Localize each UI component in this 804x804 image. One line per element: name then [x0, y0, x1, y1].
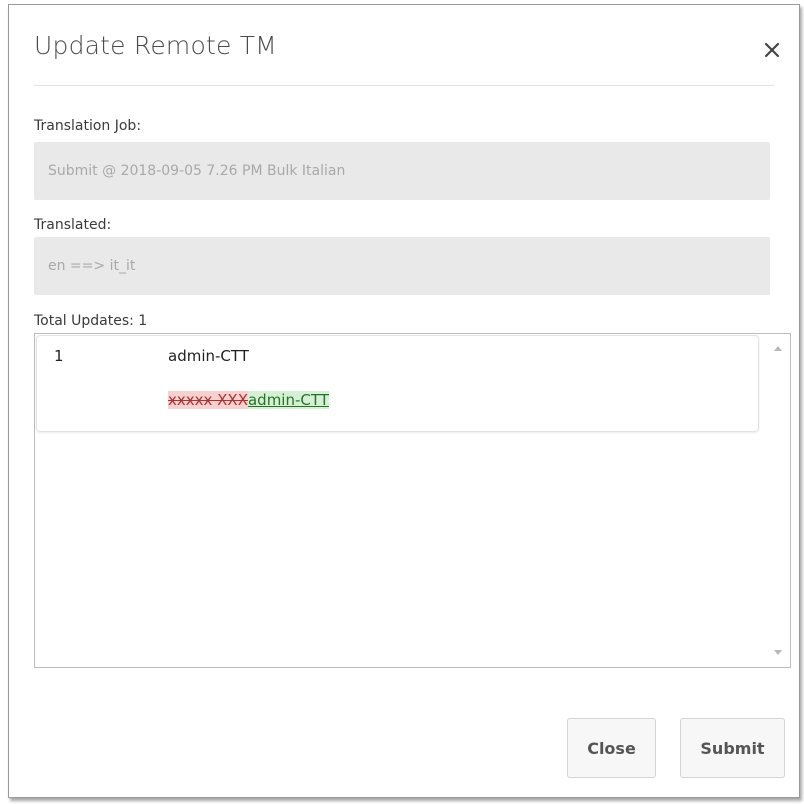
submit-button[interactable]: Submit: [680, 718, 785, 778]
translated-field: en ==> it_it: [34, 237, 770, 295]
update-row-name: admin-CTT: [168, 347, 249, 365]
updates-list[interactable]: 1 admin-CTT xxxxx XXXadmin-CTT: [34, 333, 791, 668]
update-row-diff: xxxxx XXXadmin-CTT: [168, 390, 329, 410]
translation-job-field: Submit @ 2018-09-05 7.26 PM Bulk Italian: [34, 142, 770, 200]
scroll-down-icon[interactable]: [774, 650, 782, 655]
update-remote-tm-dialog: Update Remote TM Translation Job: Submit…: [8, 4, 800, 798]
total-updates-label: Total Updates: 1: [34, 313, 148, 329]
translation-job-label: Translation Job:: [34, 118, 142, 134]
update-row: 1 admin-CTT xxxxx XXXadmin-CTT: [36, 335, 759, 432]
updates-scrollbar[interactable]: [766, 334, 790, 667]
close-icon[interactable]: [763, 41, 781, 59]
scroll-up-icon[interactable]: [774, 346, 782, 351]
diff-added-text: admin-CTT: [247, 391, 329, 409]
dialog-title: Update Remote TM: [34, 31, 277, 60]
title-divider: [34, 85, 774, 86]
close-button[interactable]: Close: [567, 718, 656, 778]
diff-removed-text: xxxxx XXX: [168, 391, 248, 409]
update-row-number: 1: [54, 347, 64, 365]
translated-label: Translated:: [34, 217, 112, 233]
